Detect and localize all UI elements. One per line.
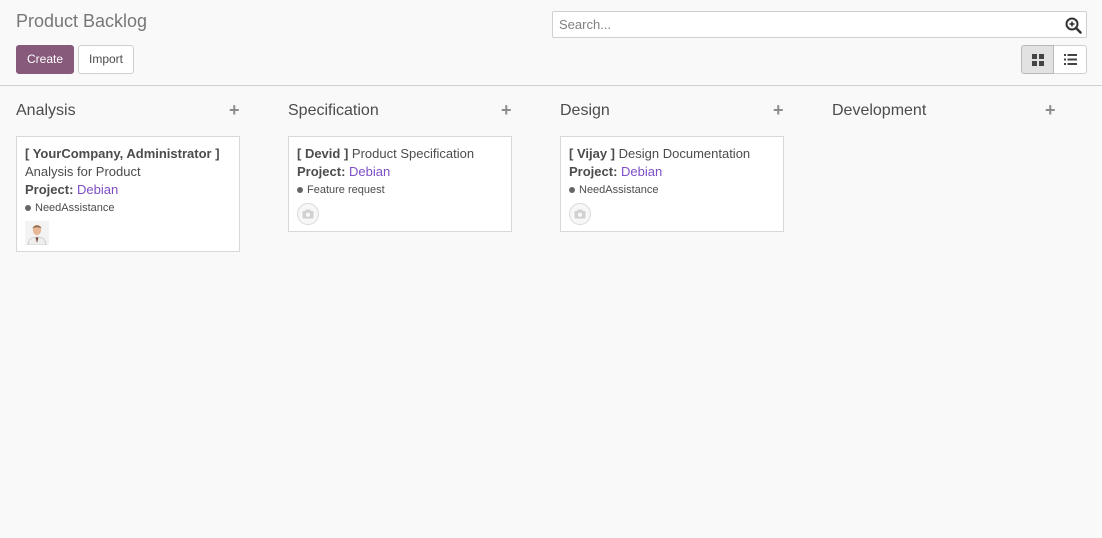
kanban-view-button[interactable] xyxy=(1021,45,1054,74)
avatar-placeholder[interactable] xyxy=(569,203,591,225)
quick-add-button[interactable]: + xyxy=(229,100,240,120)
quick-add-button[interactable]: + xyxy=(501,100,512,120)
column-title: Specification xyxy=(288,102,379,119)
kanban-board: Analysis + [ YourCompany, Administrator … xyxy=(0,86,1102,538)
tag-dot-icon xyxy=(297,187,303,193)
card-project-line: Project: Debian xyxy=(569,163,775,181)
column-title: Analysis xyxy=(16,102,76,119)
card-heading: [ Vijay ] Design Documentation xyxy=(569,145,775,163)
quick-add-button[interactable]: + xyxy=(1045,100,1056,120)
list-view-button[interactable] xyxy=(1054,45,1087,74)
create-button[interactable]: Create xyxy=(16,45,74,74)
project-link[interactable]: Debian xyxy=(77,182,118,197)
tag-label: NeedAssistance xyxy=(35,202,115,214)
column-title: Design xyxy=(560,102,610,119)
page-title: Product Backlog xyxy=(16,11,148,31)
project-link[interactable]: Debian xyxy=(621,164,662,179)
project-label: Project: xyxy=(25,182,74,197)
control-panel: Product Backlog Create Import xyxy=(0,0,1102,86)
camera-placeholder-icon xyxy=(574,209,586,219)
card-tag: Feature request xyxy=(297,181,503,199)
card-project-line: Project: Debian xyxy=(297,163,503,181)
card-project-line: Project: Debian xyxy=(25,181,231,199)
column-title: Development xyxy=(832,102,927,119)
card-title: Product Specification xyxy=(351,146,475,161)
card-title: Analysis for Product xyxy=(25,164,141,179)
card-tag: NeedAssistance xyxy=(25,199,231,217)
quick-add-button[interactable]: + xyxy=(773,100,784,120)
project-link[interactable]: Debian xyxy=(349,164,390,179)
search-box[interactable] xyxy=(552,11,1087,38)
project-label: Project: xyxy=(569,164,618,179)
kanban-icon xyxy=(1031,53,1044,66)
tag-label: NeedAssistance xyxy=(579,184,659,196)
user-avatar[interactable] xyxy=(25,221,49,245)
search-input[interactable] xyxy=(557,14,1057,35)
search-icon[interactable] xyxy=(1065,17,1082,34)
list-icon xyxy=(1063,54,1077,65)
card-title: Design Documentation xyxy=(618,146,751,161)
project-label: Project: xyxy=(297,164,346,179)
tag-dot-icon xyxy=(25,205,31,211)
import-button[interactable]: Import xyxy=(78,45,134,74)
card-assignee: [ Vijay ] xyxy=(569,146,616,161)
tag-label: Feature request xyxy=(307,184,385,196)
view-switcher xyxy=(1021,45,1087,74)
kanban-card[interactable]: [ YourCompany, Administrator ] Analysis … xyxy=(16,136,240,252)
card-heading: [ Devid ] Product Specification xyxy=(297,145,503,163)
card-tag: NeedAssistance xyxy=(569,181,775,199)
tag-dot-icon xyxy=(569,187,575,193)
card-assignee: [ Devid ] xyxy=(297,146,349,161)
card-assignee: [ YourCompany, Administrator ] xyxy=(25,146,220,161)
kanban-card[interactable]: [ Vijay ] Design Documentation Project: … xyxy=(560,136,784,232)
camera-placeholder-icon xyxy=(302,209,314,219)
avatar-placeholder[interactable] xyxy=(297,203,319,225)
kanban-card[interactable]: [ Devid ] Product Specification Project:… xyxy=(288,136,512,232)
